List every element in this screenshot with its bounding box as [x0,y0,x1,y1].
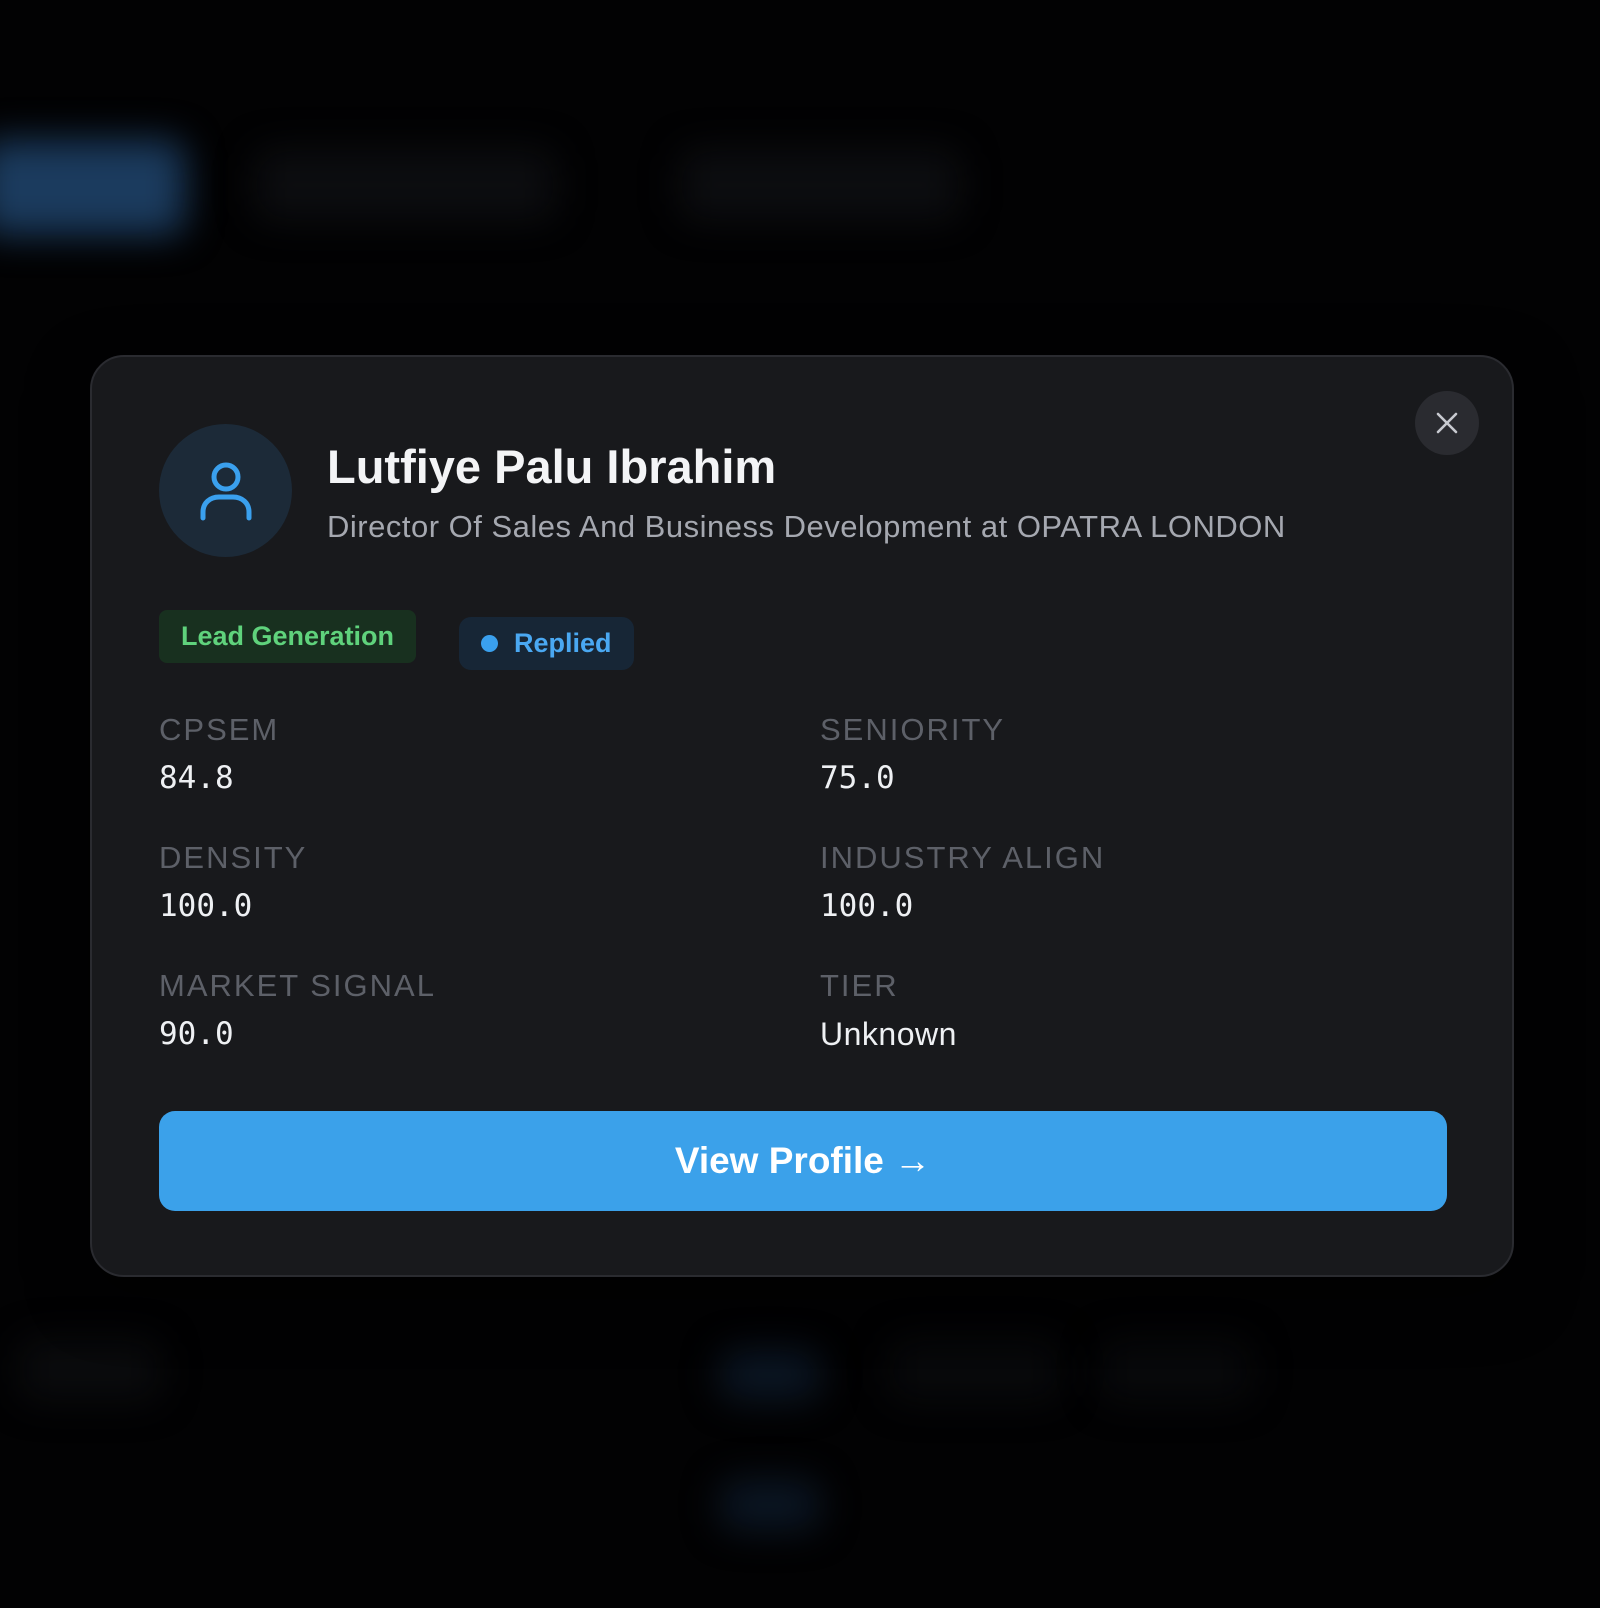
metric-value: 100.0 [159,888,253,924]
blurred-row [890,1340,1060,1400]
close-icon [1436,412,1458,434]
contact-detail-modal: Lutfiye Palu Ibrahim Director Of Sales A… [90,355,1514,1277]
blurred-row [1100,1340,1250,1400]
metric-density: DENSITY 100.0 [159,840,307,924]
blurred-active-tab [0,140,185,235]
avatar [159,424,292,557]
metric-label: INDUSTRY ALIGN [820,840,1106,875]
metric-value: 100.0 [820,888,914,924]
view-profile-button[interactable]: View Profile → [159,1111,1447,1211]
status-dot-icon [481,635,498,652]
metric-industry-align: INDUSTRY ALIGN 100.0 [820,840,1105,924]
metric-value: Unknown [820,1016,957,1052]
metric-cpsem: CPSEM 84.8 [159,712,279,796]
metric-market-signal: MARKET SIGNAL 90.0 [159,968,436,1052]
metric-label: TIER [820,968,899,1003]
metric-tier: TIER Unknown [820,968,957,1053]
metric-label: MARKET SIGNAL [159,968,436,1003]
metric-label: SENIORITY [820,712,1006,747]
blurred-row [720,1480,820,1530]
blurred-row [720,1350,820,1400]
contact-title-company: Director Of Sales And Business Developme… [327,509,1286,544]
close-button[interactable] [1415,391,1479,455]
category-badge: Lead Generation [159,610,417,663]
metric-label: DENSITY [159,840,308,875]
blurred-row [20,1340,160,1400]
user-icon [200,462,251,520]
metric-value: 90.0 [159,1016,234,1052]
metric-label: CPSEM [159,712,280,747]
metric-value: 75.0 [820,760,895,796]
status-badge-label: Replied [514,628,612,658]
metric-value: 84.8 [159,760,234,796]
blurred-tab [680,150,960,220]
blurred-tab [255,150,555,220]
contact-name: Lutfiye Palu Ibrahim [327,440,777,493]
status-badge: Replied [459,617,634,670]
metric-seniority: SENIORITY 75.0 [820,712,1005,796]
